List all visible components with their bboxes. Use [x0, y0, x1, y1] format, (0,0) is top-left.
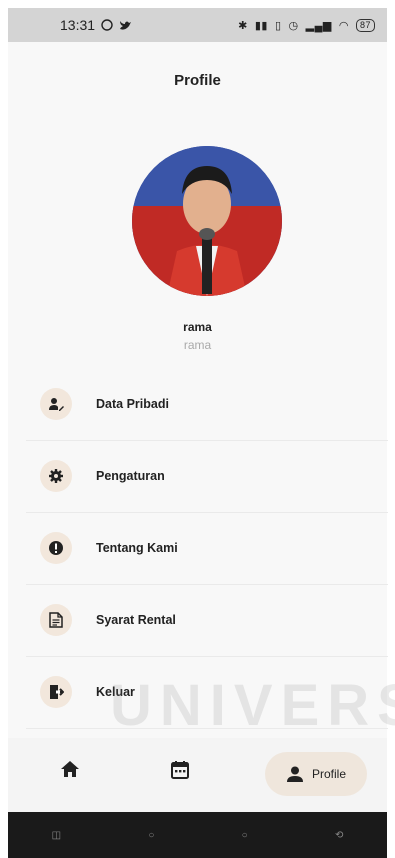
menu-item-tentang-kami[interactable]: Tentang Kami — [26, 512, 388, 585]
signal-bars-icon: ▮▮ — [254, 19, 268, 32]
menu-item-label: Tentang Kami — [96, 541, 178, 555]
profile-username: rama — [183, 338, 212, 352]
home-system-icon[interactable]: ○ — [148, 830, 154, 841]
info-icon — [40, 532, 72, 564]
avatar-photo — [132, 146, 282, 296]
page-title: Profile — [174, 72, 221, 89]
menu-item-data-pribadi[interactable]: Data Pribadi — [26, 368, 388, 441]
lte-signal-icon: ▂▄▆ — [305, 19, 332, 32]
home-icon — [61, 761, 79, 777]
twitter-icon — [120, 20, 132, 30]
profile-name: rama — [183, 320, 212, 334]
menu-item-keluar[interactable]: Keluar — [26, 656, 388, 729]
menu-item-label: Keluar — [96, 685, 135, 699]
menu-item-label: Data Pribadi — [96, 397, 169, 411]
system-nav-bar: ◫ ○ ○ ⟲ — [8, 812, 387, 858]
nav-calendar-button[interactable] — [170, 760, 190, 785]
status-time: 13:31 — [60, 17, 96, 33]
logout-icon — [40, 676, 72, 708]
document-icon — [40, 604, 72, 636]
nav-profile-label: Profile — [311, 767, 346, 781]
status-right: ✱ ▮▮ ▯ ◷ ▂▄▆ ◠ 87 — [238, 18, 375, 32]
menu-item-syarat-rental[interactable]: Syarat Rental — [26, 584, 388, 657]
status-left: 13:31 — [60, 17, 132, 33]
profile-screen: Profile rama rama Data Pribadi Pengatura… — [8, 42, 388, 812]
bluetooth-icon: ✱ — [238, 19, 248, 32]
whatsapp-icon — [101, 19, 113, 31]
menu-item-pengaturan[interactable]: Pengaturan — [26, 440, 388, 513]
alarm-icon: ◷ — [288, 19, 299, 32]
recent-apps-icon[interactable]: ◫ — [52, 830, 61, 841]
person-icon — [286, 766, 303, 782]
nav-profile-button[interactable]: Profile — [265, 752, 367, 796]
wifi-icon: ◠ — [338, 19, 349, 32]
gear-icon — [40, 460, 72, 492]
status-bar: 13:31 ✱ ▮▮ ▯ ◷ ▂▄▆ ◠ 87 — [8, 8, 387, 42]
avatar — [132, 146, 282, 296]
bottom-nav: Profile — [8, 738, 387, 812]
back-icon[interactable]: ○ — [242, 830, 248, 841]
user-edit-icon — [40, 388, 72, 420]
rotate-icon[interactable]: ⟲ — [335, 830, 343, 841]
menu-item-label: Syarat Rental — [96, 613, 176, 627]
menu-item-label: Pengaturan — [96, 469, 165, 483]
calendar-icon — [171, 761, 189, 779]
vibrate-icon: ▯ — [274, 19, 282, 32]
nav-home-button[interactable] — [60, 760, 80, 783]
battery-icon: 87 — [355, 18, 375, 32]
